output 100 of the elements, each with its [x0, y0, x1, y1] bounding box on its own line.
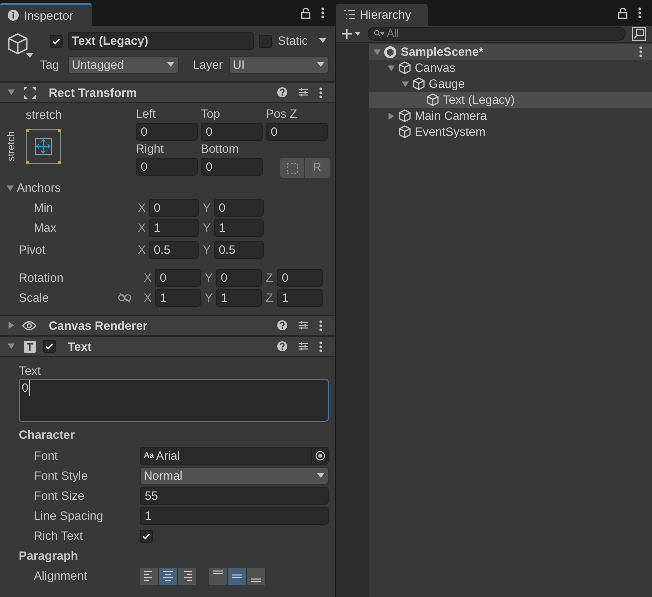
dropdown-arrow-icon: [317, 473, 325, 479]
field-label: Font: [34, 449, 58, 463]
checkbox[interactable]: [140, 530, 153, 542]
scene-header[interactable]: SampleScene*: [369, 44, 652, 60]
cube-icon: [398, 61, 412, 75]
number-field[interactable]: 0: [201, 158, 263, 176]
number-field[interactable]: 1: [155, 289, 201, 307]
item-label: EventSystem: [415, 124, 486, 141]
scene-visibility-icon[interactable]: [632, 27, 646, 41]
more-icon[interactable]: [321, 7, 325, 19]
field-label: Font Style: [34, 469, 88, 483]
number-field[interactable]: 0: [216, 269, 262, 287]
preset-icon[interactable]: [298, 87, 309, 98]
number-field[interactable]: 0: [214, 199, 264, 217]
more-icon[interactable]: [638, 7, 642, 19]
axis-label: X: [138, 220, 148, 237]
lock-icon[interactable]: [301, 8, 311, 18]
number-field[interactable]: 0: [277, 269, 323, 287]
unity-scene-icon: [384, 46, 397, 58]
alignment-button[interactable]: [247, 568, 266, 584]
preset-icon[interactable]: [298, 341, 309, 352]
alignment-button[interactable]: [140, 568, 159, 584]
field-label: Pivot: [19, 242, 46, 259]
number-field[interactable]: 1: [140, 507, 329, 525]
field-label: Rich Text: [34, 529, 84, 543]
expand-arrow-icon[interactable]: [401, 80, 410, 88]
more-icon[interactable]: [319, 340, 323, 352]
dropdown-arrow-icon[interactable]: [319, 38, 327, 44]
number-field[interactable]: 1: [149, 219, 199, 237]
number-field[interactable]: 1: [214, 219, 264, 237]
expand-arrow-icon[interactable]: [6, 184, 15, 192]
align-icon: [231, 574, 243, 578]
number-field[interactable]: 1: [277, 289, 323, 307]
more-icon[interactable]: [639, 46, 643, 58]
component-header[interactable]: Canvas Renderer: [0, 315, 335, 336]
expand-arrow-icon[interactable]: [387, 112, 396, 120]
move-arrows-icon: [35, 138, 52, 154]
help-icon[interactable]: [277, 320, 288, 331]
number-field[interactable]: 0: [149, 199, 199, 217]
alignment-button[interactable]: [159, 568, 178, 584]
number-field[interactable]: 1: [216, 289, 262, 307]
align-icon: [162, 570, 174, 582]
help-icon[interactable]: [277, 87, 288, 98]
component-header[interactable]: Text: [0, 336, 335, 357]
expand-arrow-icon[interactable]: [373, 48, 382, 56]
preset-icon[interactable]: [298, 320, 309, 331]
enabled-checkbox[interactable]: [43, 340, 56, 353]
component-title: Rect Transform: [49, 84, 138, 102]
number-field[interactable]: 55: [140, 487, 329, 505]
align-icon: [250, 578, 262, 582]
axis-label: Y: [203, 242, 212, 259]
help-icon[interactable]: [277, 341, 288, 352]
layer-dropdown[interactable]: UI: [229, 56, 329, 74]
expand-arrow-icon[interactable]: [387, 64, 396, 72]
constrain-proportions-icon[interactable]: [118, 293, 132, 303]
number-field[interactable]: 0: [201, 123, 263, 141]
active-checkbox[interactable]: [50, 34, 63, 48]
alignment-button[interactable]: [228, 568, 247, 584]
anchor-preset-button[interactable]: [26, 128, 61, 164]
object-picker-icon[interactable]: [311, 448, 328, 464]
alignment-button[interactable]: [178, 568, 197, 584]
inspector-tab[interactable]: Inspector: [0, 3, 92, 26]
axis-label: Y: [205, 270, 214, 287]
foldout-arrow-icon[interactable]: [7, 88, 16, 97]
text-area[interactable]: 0: [19, 379, 329, 422]
component-title: Canvas Renderer: [49, 318, 149, 334]
cube-icon: [412, 77, 426, 91]
foldout-arrow-icon[interactable]: [7, 342, 16, 351]
component-header[interactable]: Rect Transform: [0, 82, 335, 103]
axis-label: X: [144, 270, 154, 287]
more-icon[interactable]: [319, 320, 323, 332]
field-label: Bottom: [201, 141, 240, 158]
dropdown[interactable]: Normal: [140, 467, 329, 485]
number-field[interactable]: 0: [136, 123, 198, 141]
axis-label: Z: [266, 290, 274, 307]
axis-label: Z: [266, 270, 274, 287]
foldout-arrow-icon[interactable]: [7, 321, 16, 330]
hierarchy-tab[interactable]: Hierarchy: [336, 4, 428, 26]
number-field[interactable]: 0: [136, 158, 198, 176]
axis-label: Y: [203, 220, 212, 237]
add-icon[interactable]: [342, 29, 362, 39]
lock-icon[interactable]: [618, 8, 628, 18]
info-icon: [8, 10, 19, 21]
number-field[interactable]: 0.5: [214, 241, 264, 259]
number-field[interactable]: 0: [155, 269, 201, 287]
alignment-button[interactable]: [209, 568, 228, 584]
number-field[interactable]: 0.5: [149, 241, 199, 259]
axis-label: X: [138, 242, 148, 259]
name-field[interactable]: Text (Legacy): [68, 32, 254, 50]
hierarchy-item[interactable]: Text (Legacy): [369, 92, 652, 108]
static-checkbox[interactable]: [259, 34, 272, 48]
more-icon[interactable]: [319, 86, 323, 98]
field-label: Min: [34, 200, 54, 217]
field-label: Text: [19, 363, 42, 379]
tag-dropdown[interactable]: Untagged: [68, 56, 179, 74]
number-field[interactable]: 0: [266, 123, 328, 141]
axis-label: X: [144, 290, 154, 307]
component-title: Text: [68, 338, 93, 356]
anchor-label: stretch: [6, 130, 18, 164]
cube-icon: [398, 109, 412, 123]
